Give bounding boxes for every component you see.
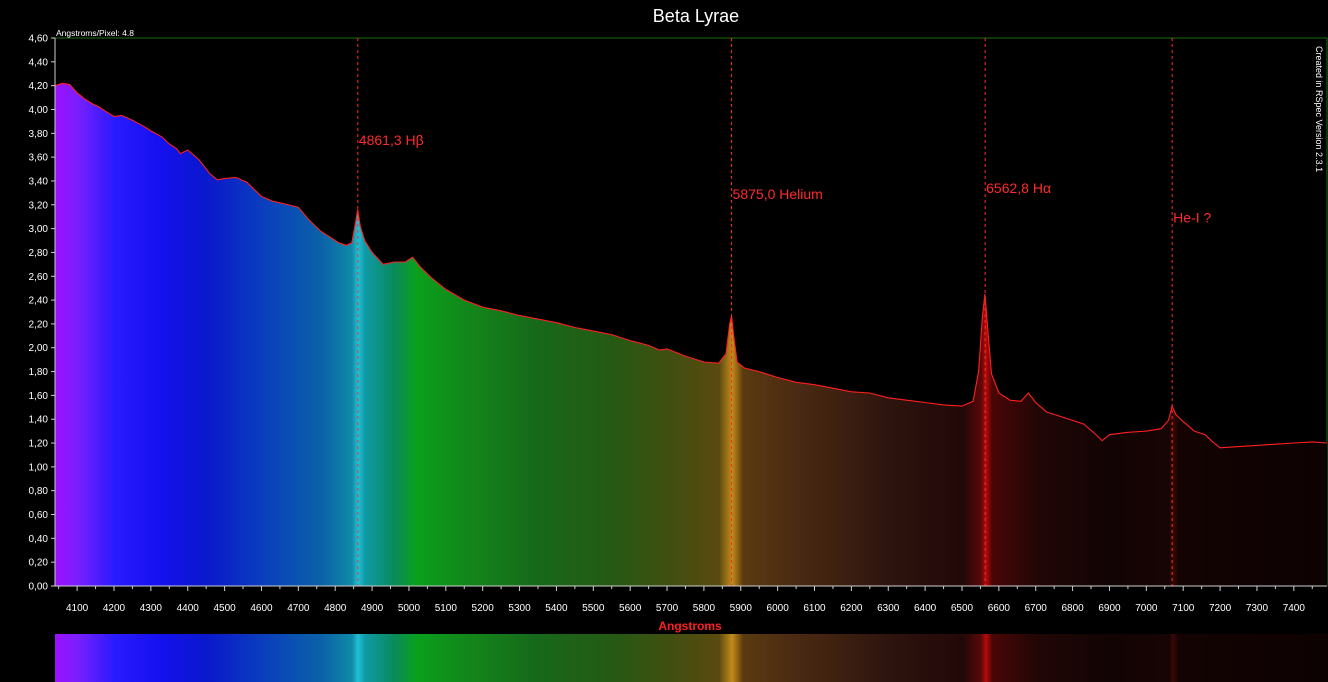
x-tick-label: 6400 (914, 603, 937, 614)
y-tick-label: 2,80 (29, 248, 49, 259)
x-tick-label: 7300 (1246, 603, 1269, 614)
x-tick-label: 7100 (1172, 603, 1195, 614)
x-axis: 4100 4200 4300 4400 4500 4600 4700 4800 4900 5000… (55, 585, 1327, 614)
x-tick-label: 6000 (767, 603, 790, 614)
spectrum-strip (55, 634, 1328, 682)
x-tick-label: 7400 (1283, 603, 1306, 614)
x-tick-label: 4100 (66, 603, 89, 614)
x-tick-label: 5400 (545, 603, 568, 614)
x-tick-label: 4900 (361, 603, 384, 614)
x-tick-label: 6700 (1025, 603, 1048, 614)
dispersion-label: Angstroms/Pixel: 4.8 (56, 28, 134, 38)
y-tick-label: 4,60 (29, 34, 49, 45)
x-tick-label: 4300 (140, 603, 163, 614)
y-tick-label: 0,60 (29, 510, 49, 521)
x-tick-label: 5000 (398, 603, 421, 614)
x-tick-label: 6900 (1098, 603, 1121, 614)
x-tick-label: 6600 (988, 603, 1011, 614)
x-tick-label: 5800 (693, 603, 716, 614)
x-tick-label: 6200 (840, 603, 863, 614)
y-tick-label: 3,40 (29, 176, 49, 187)
annotation-label: He-I ? (1173, 210, 1211, 226)
x-tick-label: 6800 (1061, 603, 1084, 614)
x-tick-label: 5200 (472, 603, 495, 614)
y-tick-label: 3,00 (29, 224, 49, 235)
annotation-label: 4861,3 Hβ (359, 132, 424, 148)
y-tick-label: 0,80 (29, 486, 49, 497)
y-tick-label: 2,60 (29, 272, 49, 283)
x-axis-title: Angstroms (658, 619, 722, 633)
x-tick-label: 4700 (287, 603, 310, 614)
chart-title: Beta Lyrae (653, 6, 739, 26)
x-tick-label: 5100 (435, 603, 458, 614)
x-tick-label: 6500 (951, 603, 974, 614)
y-tick-label: 2,00 (29, 343, 49, 354)
y-tick-label: 2,20 (29, 319, 49, 330)
x-tick-label: 4200 (103, 603, 126, 614)
y-axis: 0,00 0,20 0,40 0,60 0,80 1,00 1,20 1,40 1,60 1,80… (29, 34, 56, 593)
y-tick-label: 4,20 (29, 81, 49, 92)
software-credit: Created in RSpec Version 2.3.1 (1314, 46, 1324, 172)
y-tick-label: 2,40 (29, 296, 49, 307)
y-tick-label: 1,60 (29, 391, 49, 402)
y-tick-label: 0,20 (29, 558, 49, 569)
y-tick-label: 4,00 (29, 105, 49, 116)
x-tick-label: 6100 (803, 603, 826, 614)
y-tick-label: 1,20 (29, 439, 49, 450)
x-tick-label: 4500 (213, 603, 236, 614)
y-tick-label: 3,80 (29, 129, 49, 140)
x-tick-label: 5300 (508, 603, 531, 614)
spectrum-chart-svg: Beta Lyrae Angstroms/Pixel: 4.8 4861,3 H… (29, 6, 1328, 682)
y-tick-label: 1,80 (29, 367, 49, 378)
x-tick-label: 5900 (730, 603, 753, 614)
x-tick-label: 5500 (582, 603, 605, 614)
x-tick-label: 4800 (324, 603, 347, 614)
spectrum-chart: Beta Lyrae Angstroms/Pixel: 4.8 4861,3 H… (0, 0, 1328, 682)
y-tick-label: 0,40 (29, 534, 49, 545)
x-tick-label: 7000 (1135, 603, 1158, 614)
y-tick-label: 3,60 (29, 153, 49, 164)
y-tick-label: 0,00 (29, 582, 49, 593)
y-tick-label: 4,40 (29, 57, 49, 68)
y-tick-label: 1,00 (29, 462, 49, 473)
y-tick-label: 3,20 (29, 200, 49, 211)
x-tick-label: 4600 (250, 603, 273, 614)
x-tick-label: 5600 (619, 603, 642, 614)
x-tick-label: 7200 (1209, 603, 1232, 614)
x-tick-label: 4400 (177, 603, 200, 614)
annotation-label: 6562,8 Hα (986, 180, 1051, 196)
annotation-label: 5875,0 Helium (733, 186, 823, 202)
x-tick-label: 6300 (877, 603, 900, 614)
x-tick-label: 5700 (656, 603, 679, 614)
y-tick-label: 1,40 (29, 415, 49, 426)
